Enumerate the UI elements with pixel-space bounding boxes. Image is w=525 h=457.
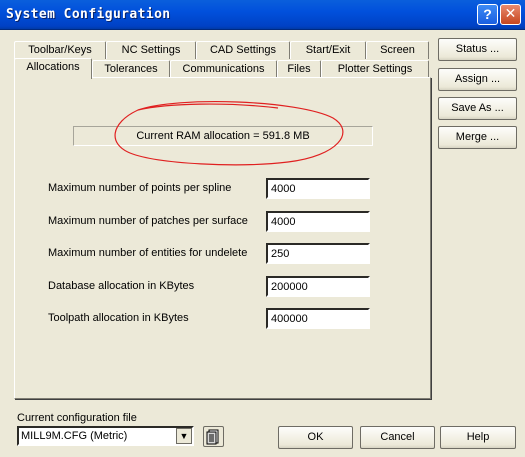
tab-screen[interactable]: Screen [366, 41, 429, 59]
title-bar[interactable]: System Configuration ? ✕ [0, 0, 525, 30]
tab-allocations[interactable]: Allocations [14, 58, 92, 79]
config-file-label: Current configuration file [17, 412, 137, 424]
config-file-select[interactable]: MILL9M.CFG (Metric) ▼ [17, 426, 194, 446]
file-browse-button[interactable] [203, 426, 224, 447]
ram-allocation-display: Current RAM allocation = 591.8 MB [73, 126, 373, 146]
status-button[interactable]: Status ... [438, 38, 517, 61]
save-as-button[interactable]: Save As ... [438, 97, 517, 120]
tab-plotter-settings[interactable]: Plotter Settings [321, 60, 429, 78]
title-help-button[interactable]: ? [477, 4, 498, 25]
assign-button[interactable]: Assign ... [438, 68, 517, 91]
merge-button[interactable]: Merge ... [438, 126, 517, 149]
toolpath-allocation-label: Toolpath allocation in KBytes [48, 312, 189, 324]
cancel-button[interactable]: Cancel [360, 426, 435, 449]
tab-communications[interactable]: Communications [170, 60, 277, 78]
database-allocation-label: Database allocation in KBytes [48, 280, 195, 292]
entities-for-undelete-label: Maximum number of entities for undelete [48, 247, 248, 259]
database-allocation-input[interactable] [266, 276, 370, 297]
close-icon: ✕ [504, 6, 517, 22]
tab-start-exit[interactable]: Start/Exit [290, 41, 366, 59]
points-per-spline-label: Maximum number of points per spline [48, 182, 232, 194]
tab-toolbar-keys[interactable]: Toolbar/Keys [14, 41, 106, 59]
title-close-button[interactable]: ✕ [500, 4, 521, 25]
entities-for-undelete-input[interactable] [266, 243, 370, 264]
tab-tolerances[interactable]: Tolerances [92, 60, 170, 78]
toolpath-allocation-input[interactable] [266, 308, 370, 329]
window-title: System Configuration [6, 7, 171, 22]
tab-files[interactable]: Files [277, 60, 321, 78]
ok-button[interactable]: OK [278, 426, 353, 449]
points-per-spline-input[interactable] [266, 178, 370, 199]
help-icon: ? [483, 6, 492, 22]
chevron-down-icon[interactable]: ▼ [176, 428, 192, 444]
tab-cad-settings[interactable]: CAD Settings [196, 41, 290, 59]
allocations-panel: Current RAM allocation = 591.8 MB Maximu… [14, 77, 431, 399]
patches-per-surface-label: Maximum number of patches per surface [48, 215, 248, 227]
config-file-value: MILL9M.CFG (Metric) [21, 430, 128, 442]
tab-nc-settings[interactable]: NC Settings [106, 41, 196, 59]
system-configuration-dialog: System Configuration ? ✕ Toolbar/Keys NC… [0, 0, 525, 457]
patches-per-surface-input[interactable] [266, 211, 370, 232]
file-icon [206, 429, 219, 445]
help-button[interactable]: Help [440, 426, 516, 449]
